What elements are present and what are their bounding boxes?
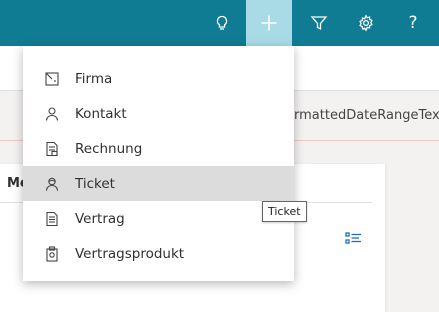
ticket-icon <box>43 175 61 193</box>
top-bar: ? <box>0 0 439 46</box>
invoice-icon <box>43 140 61 158</box>
plus-icon[interactable] <box>246 0 292 46</box>
contract-icon <box>43 210 61 228</box>
menu-item-firma[interactable]: Firma <box>23 61 294 96</box>
menu-item-kontakt[interactable]: Kontakt <box>23 96 294 131</box>
tooltip: Ticket <box>262 201 307 222</box>
menu-item-vertrag[interactable]: Vertrag <box>23 201 294 236</box>
menu-item-label: Ticket <box>75 175 115 192</box>
list-view-icon[interactable] <box>345 230 362 249</box>
menu-item-label: Vertrag <box>75 210 125 227</box>
menu-item-ticket[interactable]: Ticket <box>23 166 294 201</box>
menu-item-vertragsprodukt[interactable]: Vertragsprodukt <box>23 236 294 271</box>
menu-item-label: Vertragsprodukt <box>75 245 185 262</box>
new-item-menu: Firma Kontakt Rechnung Ticket Vertrag Ve… <box>23 46 294 281</box>
help-icon[interactable]: ? <box>390 0 436 46</box>
gear-icon[interactable] <box>343 0 389 46</box>
company-icon <box>43 70 61 88</box>
contract-product-icon <box>43 245 61 263</box>
menu-item-rechnung[interactable]: Rechnung <box>23 131 294 166</box>
filter-icon[interactable] <box>296 0 342 46</box>
contact-icon <box>43 105 61 123</box>
lightbulb-icon[interactable] <box>199 0 245 46</box>
menu-item-label: Firma <box>75 70 113 87</box>
menu-item-label: Kontakt <box>75 105 127 122</box>
menu-item-label: Rechnung <box>75 140 143 157</box>
date-range-text: rmattedDateRangeText <box>294 108 439 123</box>
help-label: ? <box>408 13 418 33</box>
